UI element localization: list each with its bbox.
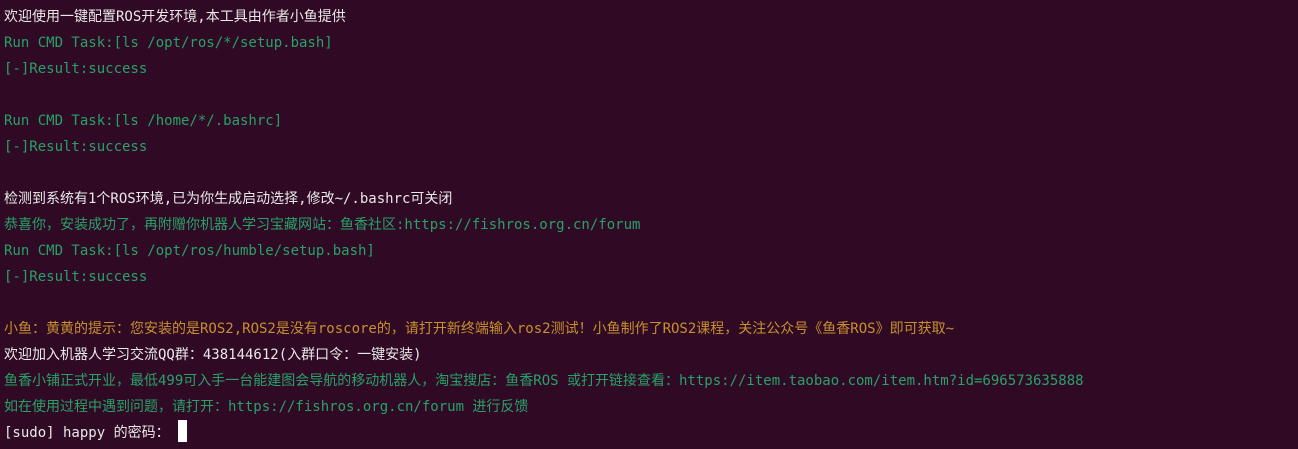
output-line-result: [-]Result:success — [4, 139, 148, 155]
terminal-window[interactable]: 欢迎使用一键配置ROS开发环境,本工具由作者小鱼提供 Run CMD Task:… — [0, 0, 1298, 449]
output-line-result: [-]Result:success — [4, 269, 148, 285]
output-line-run-cmd-bashrc: Run CMD Task:[ls /home/*/.bashrc] — [4, 113, 283, 129]
sudo-password-prompt[interactable]: [sudo] happy 的密码： — [4, 420, 1298, 446]
prompt-label: [sudo] happy 的密码： — [4, 425, 170, 441]
output-line-blank — [4, 290, 1298, 316]
output-line-qq-group: 欢迎加入机器人学习交流QQ群：438144612(入群口令：一键安装) — [4, 347, 422, 363]
output-line-feedback: 如在使用过程中遇到问题，请打开：https://fishros.org.cn/f… — [4, 399, 529, 415]
output-line-blank — [4, 160, 1298, 186]
output-line-run-cmd-setup: Run CMD Task:[ls /opt/ros/*/setup.bash] — [4, 35, 333, 51]
output-line-ros2-tip: 小鱼：黄黄的提示：您安装的是ROS2,ROS2是没有roscore的，请打开新终… — [4, 321, 955, 337]
output-line-result: [-]Result:success — [4, 61, 148, 77]
output-line-congrats: 恭喜你，安装成功了，再附赠你机器人学习宝藏网站：鱼香社区:https://fis… — [4, 217, 641, 233]
text-cursor — [177, 420, 187, 442]
output-line-welcome: 欢迎使用一键配置ROS开发环境,本工具由作者小鱼提供 — [4, 9, 346, 25]
output-line-blank — [4, 82, 1298, 108]
output-line-run-cmd-humble: Run CMD Task:[ls /opt/ros/humble/setup.b… — [4, 243, 375, 259]
output-line-detected-env: 检测到系统有1个ROS环境,已为你生成启动选择,修改~/.bashrc可关闭 — [4, 191, 453, 207]
output-line-shop: 鱼香小铺正式开业，最低499可入手一台能建图会导航的移动机器人，淘宝搜店：鱼香R… — [4, 373, 1084, 389]
